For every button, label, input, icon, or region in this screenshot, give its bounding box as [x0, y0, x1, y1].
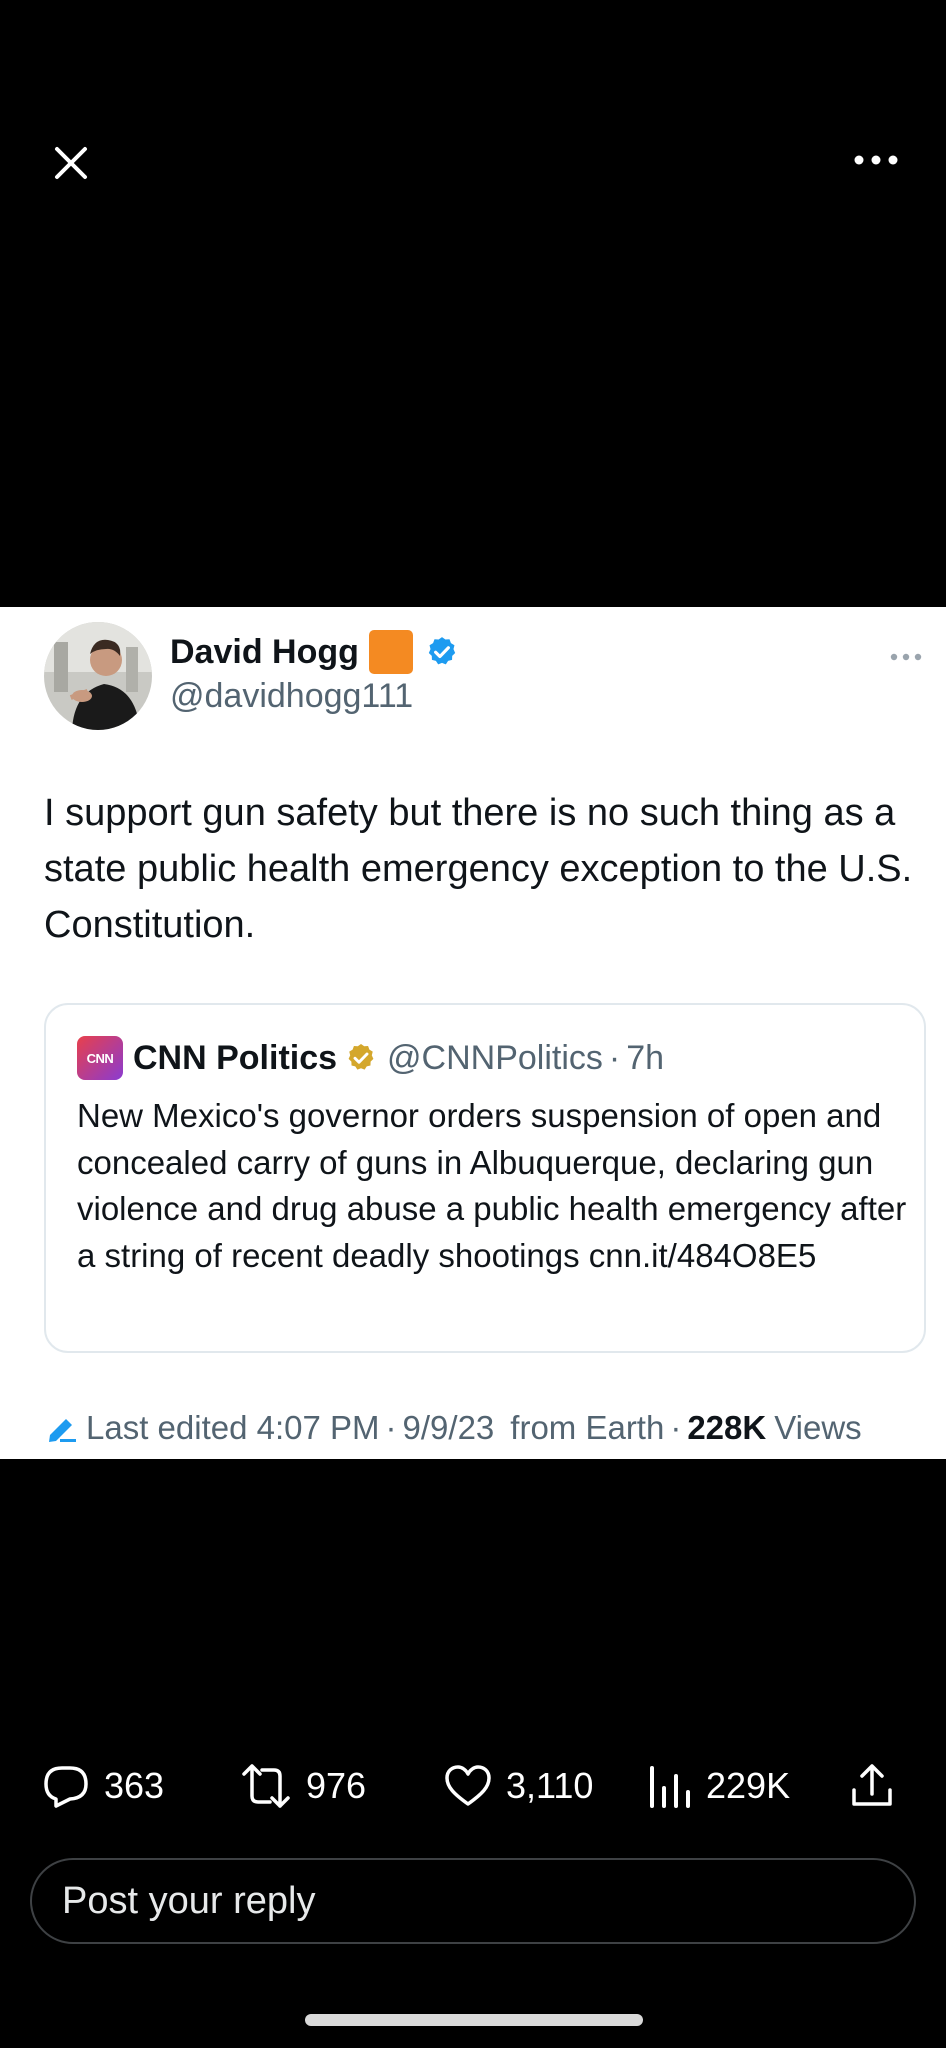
tweet-date: 9/9/23 [402, 1409, 495, 1446]
quoted-dot: · [608, 1038, 621, 1077]
avatar[interactable] [44, 622, 152, 730]
quoted-author-handle: @CNNPolitics [387, 1038, 603, 1077]
like-count: 3,110 [506, 1765, 594, 1806]
action-bar: 363 976 3,110 229K [0, 1756, 946, 1816]
avatar-image [44, 622, 152, 730]
share-icon [852, 1764, 892, 1806]
meta-separator: · [385, 1409, 397, 1446]
views-icon [650, 1766, 690, 1808]
tweet-more-button[interactable] [884, 642, 928, 672]
reply-count: 363 [104, 1765, 165, 1806]
last-edited-link[interactable]: Last edited 4:07 PM [86, 1409, 380, 1447]
share-button[interactable] [848, 1756, 896, 1816]
like-button[interactable]: 3,110 [444, 1756, 593, 1816]
pencil-icon [46, 1413, 78, 1443]
tweet-source: from Earth [510, 1409, 665, 1446]
meta-separator: · [670, 1409, 682, 1446]
quoted-timestamp: 7h [626, 1038, 665, 1077]
quoted-tweet[interactable]: CNN CNN Politics @CNNPolitics · 7h New M… [44, 1003, 926, 1353]
repost-count: 976 [306, 1765, 367, 1806]
more-icon [890, 653, 922, 661]
more-options-button[interactable] [848, 140, 904, 180]
quoted-tweet-header: CNN CNN Politics @CNNPolitics · 7h [77, 1033, 664, 1083]
cnn-logo: CNN [77, 1036, 123, 1080]
author-display-name[interactable]: David Hogg [170, 633, 359, 672]
media-top-bar [0, 0, 946, 320]
reply-icon [44, 1766, 88, 1808]
like-icon [445, 1765, 491, 1806]
close-icon [55, 147, 87, 179]
reply-input[interactable]: Post your reply [30, 1858, 916, 1944]
more-icon [854, 155, 898, 165]
quoted-tweet-text: New Mexico's governor orders suspension … [77, 1097, 907, 1274]
repost-button[interactable]: 976 [240, 1756, 366, 1816]
author-name-row: David Hogg [170, 627, 459, 677]
views-label: Views [774, 1409, 862, 1446]
home-indicator[interactable] [305, 2014, 643, 2026]
author-handle[interactable]: @davidhogg111 [170, 677, 413, 716]
quoted-author-name: CNN Politics [133, 1038, 338, 1077]
verified-badge-icon[interactable] [425, 635, 459, 669]
tweet-text: I support gun safety but there is no suc… [44, 792, 913, 946]
repost-icon [242, 1764, 290, 1808]
reply-button[interactable]: 363 [42, 1756, 164, 1816]
views-button[interactable]: 229K [648, 1756, 790, 1816]
close-button[interactable] [46, 138, 96, 188]
gold-verified-badge-icon [345, 1042, 377, 1074]
orange-square-emoji [368, 630, 413, 674]
reply-placeholder: Post your reply [62, 1879, 316, 1922]
views-action-count: 229K [706, 1765, 791, 1806]
tweet-card: David Hogg @davidhogg111 I support gun s… [0, 607, 946, 1459]
tweet-meta-row: Last edited 4:07 PM · 9/9/23 from Earth … [46, 1403, 862, 1453]
views-count: 228K [687, 1409, 767, 1446]
